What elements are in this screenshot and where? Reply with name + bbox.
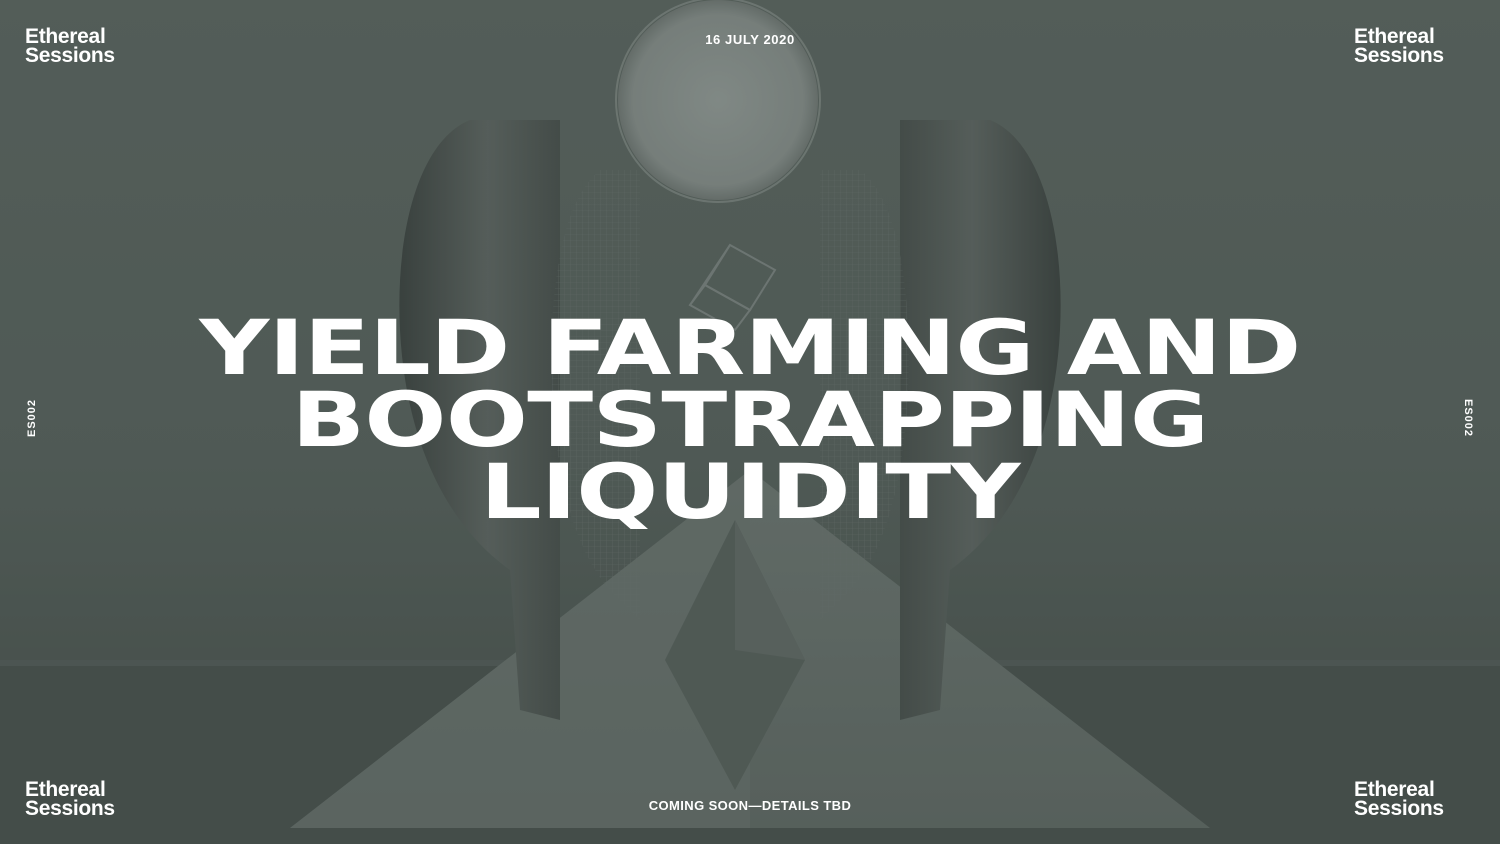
brand-logo-line2: Sessions	[1354, 44, 1444, 67]
brand-logo-line2: Sessions	[25, 44, 115, 67]
event-title-line: LIQUIDITY	[480, 447, 1020, 536]
event-poster: Ethereal Sessions Ethereal Sessions Ethe…	[0, 0, 1500, 844]
event-title-line: BOOTSTRAPPING	[291, 375, 1209, 464]
event-title-line: YIELD FARMING AND	[199, 303, 1301, 392]
event-date: 16 JULY 2020	[705, 32, 795, 47]
event-status: COMING SOON—DETAILS TBD	[648, 798, 852, 813]
event-title: YIELD FARMING AND BOOTSTRAPPING LIQUIDIT…	[0, 303, 1500, 536]
